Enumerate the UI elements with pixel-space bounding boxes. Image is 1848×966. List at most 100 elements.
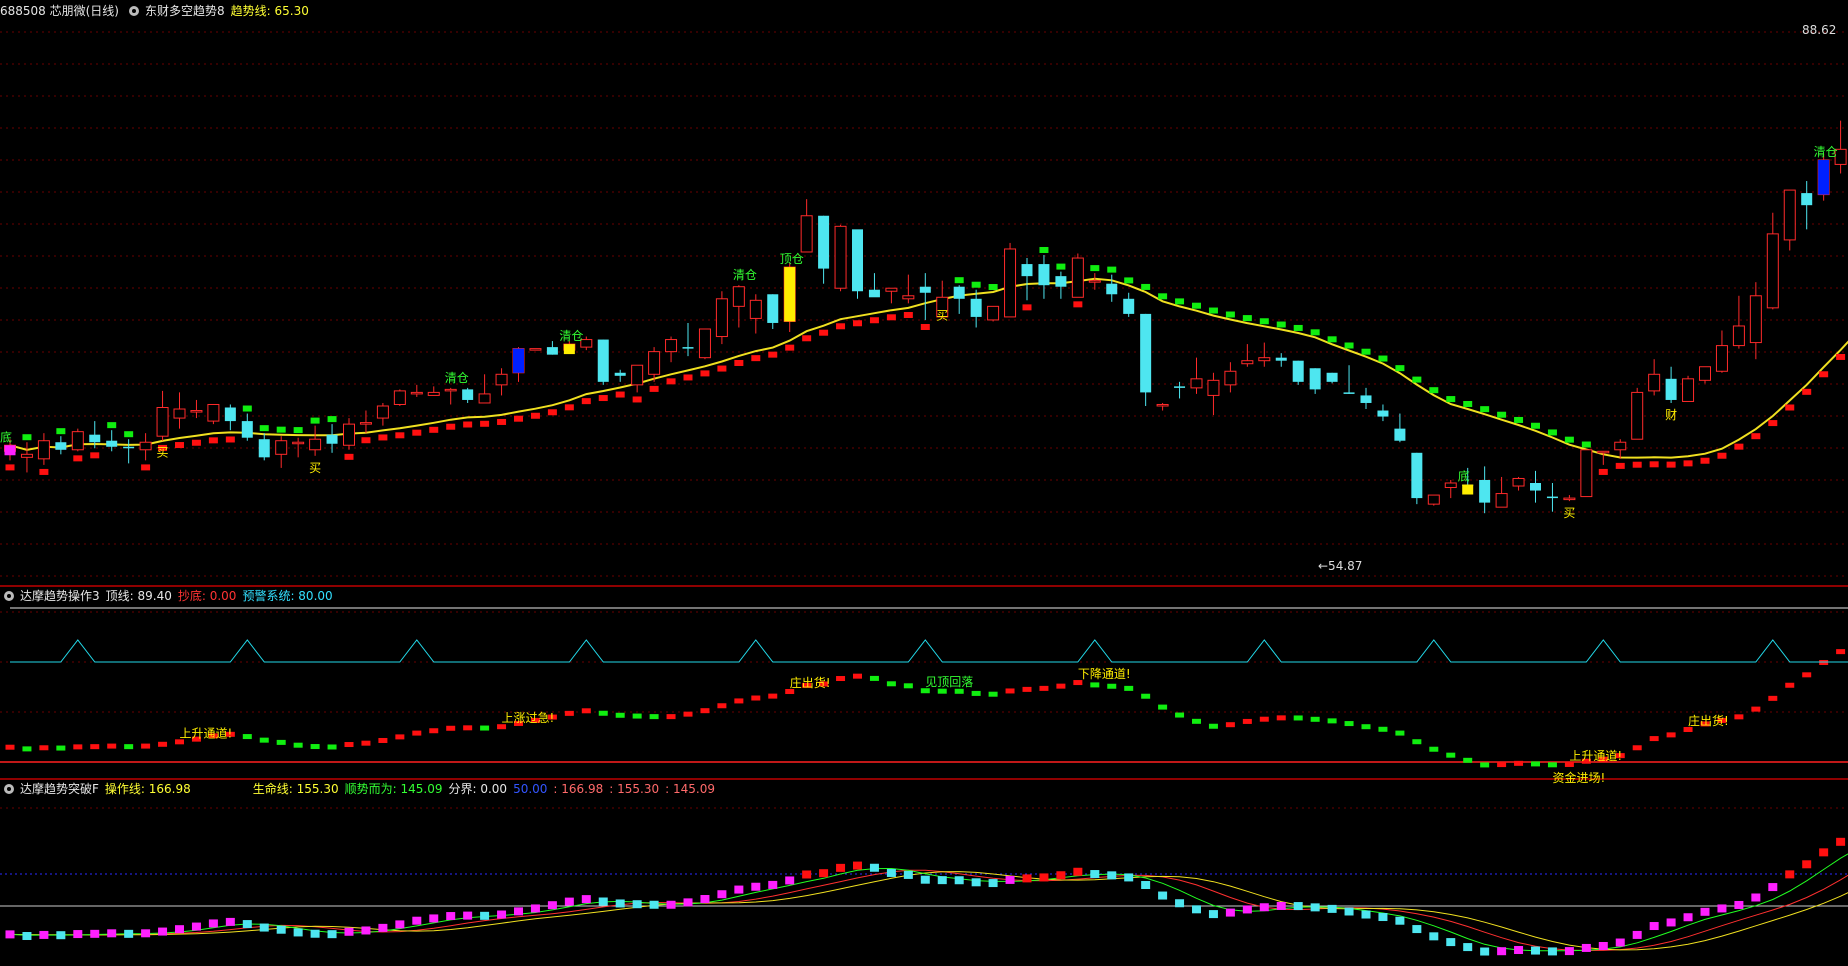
breakout-block <box>191 922 201 931</box>
signal-label: 买 <box>309 461 321 475</box>
osc-block <box>734 698 744 704</box>
indicator-name[interactable]: 东财多空趋势8 <box>145 4 225 18</box>
trend-block <box>615 391 625 398</box>
candle-body <box>715 298 728 338</box>
osc-block <box>1497 762 1507 768</box>
osc-signal-label: 庄出货! <box>790 675 831 690</box>
trend-line-value: 趋势线: 65.30 <box>230 4 309 18</box>
candle-body <box>852 229 863 292</box>
breakout-block <box>1344 907 1354 916</box>
breakout-block <box>615 899 625 908</box>
breakout-block <box>886 868 896 877</box>
indicator-name[interactable]: 达摩趋势突破F <box>20 782 99 796</box>
candle-body <box>1292 360 1304 382</box>
ticker-title[interactable]: 688508 芯朋微(日线) <box>0 4 119 18</box>
trend-block <box>869 317 879 324</box>
signal-label: 底 <box>0 429 12 444</box>
osc-block <box>1632 745 1642 751</box>
breakout-block <box>598 897 608 906</box>
candle-body <box>1665 378 1677 400</box>
life-line-value: 生命线: 155.30 <box>252 782 339 796</box>
osc-block <box>1124 685 1134 691</box>
trend-block <box>954 277 964 284</box>
trend-follow-value: 顺势而为: 145.09 <box>344 782 443 796</box>
trend-block <box>175 442 184 449</box>
osc-block <box>1192 718 1201 724</box>
candle-body <box>665 339 678 353</box>
breakout-block <box>581 895 591 904</box>
osc-block <box>1259 716 1269 722</box>
trend-block <box>90 452 100 459</box>
breakout-block <box>225 917 235 926</box>
candle-body <box>1394 428 1406 441</box>
breakout-block <box>429 914 439 923</box>
candle-body <box>1326 372 1338 382</box>
signal-label: 财 <box>1665 408 1677 422</box>
signal-block <box>4 445 16 456</box>
candle-body <box>732 286 745 307</box>
candle-body <box>1563 497 1576 501</box>
candle-body <box>190 410 203 413</box>
candle-body <box>139 441 152 451</box>
osc-block <box>242 734 252 740</box>
trend-block <box>56 428 66 435</box>
osc-block <box>1208 723 1218 729</box>
trend-block <box>480 420 490 427</box>
breakout-block <box>1700 907 1710 916</box>
osc-block <box>1090 682 1100 688</box>
candle-body <box>1377 410 1389 417</box>
breakout-block <box>920 875 930 884</box>
value-2: : 166.98 <box>553 782 604 796</box>
signal-label: 清仓 <box>445 371 469 385</box>
panel2-header: 达摩趋势操作3 顶线: 89.40 抄底: 0.00 预警系统: 80.00 <box>0 585 339 607</box>
breakout-block <box>378 923 388 932</box>
breakout-block <box>1463 943 1473 952</box>
candle-body <box>987 305 1000 321</box>
osc-block <box>158 741 168 747</box>
breakout-block <box>1802 860 1812 869</box>
candle-body <box>1088 280 1101 283</box>
osc-block <box>971 690 981 696</box>
candle-body <box>292 441 305 445</box>
breakout-block <box>971 878 981 887</box>
gear-icon[interactable] <box>129 6 139 16</box>
breakout-block <box>869 863 879 872</box>
candle-body <box>1682 378 1695 402</box>
gear-icon[interactable] <box>4 784 14 794</box>
trend-block <box>1225 311 1235 318</box>
osc-block <box>954 688 964 694</box>
value-3: : 155.30 <box>609 782 660 796</box>
breakout-block <box>1412 925 1422 934</box>
candle-body <box>1207 379 1220 396</box>
trend-block <box>1259 318 1269 325</box>
candle-body <box>20 453 33 458</box>
signal-label: 买 <box>1563 506 1575 520</box>
candle-body <box>207 403 220 422</box>
osc-block <box>615 712 625 718</box>
panel3-header: 达摩趋势突破F 操作线: 166.98 生命线: 155.30 顺势而为: 145.0… <box>0 778 721 800</box>
trend-block <box>429 426 439 433</box>
osc-block <box>1666 732 1676 738</box>
trend-block <box>327 416 337 423</box>
breakout-block <box>310 929 320 938</box>
osc-block <box>276 739 286 745</box>
life-line <box>9 869 1848 952</box>
trend-block <box>141 464 151 471</box>
trend-block <box>1785 404 1795 411</box>
osc-block <box>361 740 371 746</box>
breakout-block <box>1242 905 1252 914</box>
trend-block <box>1547 429 1557 436</box>
breakout-block <box>768 880 778 889</box>
breakout-block <box>530 904 540 913</box>
divider-value: 分界: 0.00 <box>448 782 508 796</box>
breakout-block <box>90 929 100 938</box>
osc-block <box>632 713 642 719</box>
signal-label: 买 <box>157 446 169 460</box>
osc-block <box>683 711 693 717</box>
trend-block <box>1107 266 1117 273</box>
signal-label: 清仓 <box>1814 145 1838 159</box>
gear-icon[interactable] <box>4 591 14 601</box>
candle-body <box>1021 264 1033 277</box>
indicator-name[interactable]: 达摩趋势操作3 <box>20 589 100 603</box>
osc-block <box>1395 730 1405 736</box>
